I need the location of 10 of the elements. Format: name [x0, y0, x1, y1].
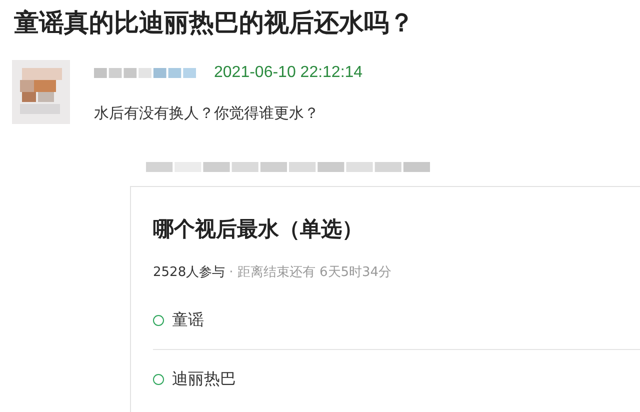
- radio-button[interactable]: [153, 314, 164, 326]
- poll-option[interactable]: 童谣: [153, 291, 640, 350]
- poll-title: 哪个视后最水（单选）: [153, 216, 364, 243]
- participant-count: 2528人参与: [153, 264, 226, 281]
- post-title: 童谣真的比迪丽热巴的视后还水吗？: [13, 7, 415, 39]
- time-remaining: · 距离结束还有 6天5时34分: [229, 264, 392, 281]
- post-timestamp: 2021-06-10 22:12:14: [214, 64, 363, 82]
- poll-option[interactable]: 迪丽热巴: [153, 350, 640, 408]
- post-body: 水后有没有换人？你觉得谁更水？: [94, 104, 320, 123]
- radio-button[interactable]: [153, 374, 164, 384]
